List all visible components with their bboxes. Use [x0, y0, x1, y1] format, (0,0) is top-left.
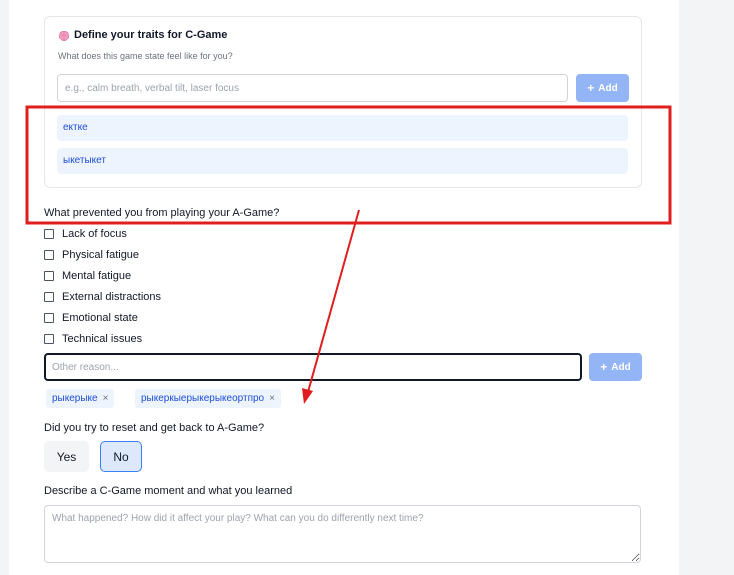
- traits-card-subtitle: What does this game state feel like for …: [58, 51, 233, 61]
- checkbox-label: Physical fatigue: [62, 249, 140, 261]
- page-background: [679, 0, 734, 575]
- other-reason-input[interactable]: [44, 353, 582, 381]
- trait-item[interactable]: ыкетыкет: [57, 148, 628, 174]
- checkbox-label: Technical issues: [62, 333, 143, 345]
- yes-button[interactable]: Yes: [44, 441, 89, 472]
- checkbox-label: Mental fatigue: [62, 270, 132, 282]
- plus-icon: +: [600, 360, 608, 374]
- traits-card-title: Define your traits for C-Game: [74, 29, 228, 41]
- checkbox-label: External distractions: [62, 291, 162, 303]
- checkbox-technical-issues[interactable]: Technical issues: [44, 332, 142, 346]
- no-button[interactable]: No: [100, 441, 142, 472]
- reason-tag: рыкерыке ×: [46, 389, 115, 408]
- brain-icon: [58, 30, 70, 42]
- trait-item[interactable]: ектке: [57, 115, 628, 141]
- checkbox[interactable]: [44, 271, 54, 281]
- reset-question: Did you try to reset and get back to A-G…: [44, 422, 265, 434]
- checkbox[interactable]: [44, 229, 54, 239]
- prevented-question: What prevented you from playing your A-G…: [44, 207, 280, 219]
- add-trait-label: Add: [598, 82, 618, 94]
- close-icon[interactable]: ×: [269, 393, 275, 404]
- checkbox-mental-fatigue[interactable]: Mental fatigue: [44, 269, 131, 283]
- checkbox-external-distractions[interactable]: External distractions: [44, 290, 161, 304]
- checkbox-label: Lack of focus: [62, 228, 127, 240]
- checkbox-physical-fatigue[interactable]: Physical fatigue: [44, 248, 139, 262]
- checkbox[interactable]: [44, 334, 54, 344]
- reason-tag-label: рыкеркыерыкерыкеортпро: [141, 393, 265, 404]
- describe-textarea[interactable]: [44, 505, 641, 563]
- checkbox[interactable]: [44, 313, 54, 323]
- checkbox-lack-of-focus[interactable]: Lack of focus: [44, 227, 127, 241]
- trait-input[interactable]: [57, 74, 568, 102]
- checkbox[interactable]: [44, 292, 54, 302]
- add-reason-label: Add: [611, 361, 631, 373]
- checkbox-label: Emotional state: [62, 312, 138, 324]
- reason-tag-label: рыкерыке: [52, 393, 98, 404]
- checkbox[interactable]: [44, 250, 54, 260]
- close-icon[interactable]: ×: [103, 393, 109, 404]
- reason-tag: рыкеркыерыкерыкеортпро ×: [135, 389, 281, 408]
- add-reason-button[interactable]: + Add: [589, 353, 642, 381]
- plus-icon: +: [587, 81, 595, 95]
- describe-question: Describe a C-Game moment and what you le…: [44, 485, 293, 497]
- add-trait-button[interactable]: + Add: [576, 74, 629, 102]
- checkbox-emotional-state[interactable]: Emotional state: [44, 311, 138, 325]
